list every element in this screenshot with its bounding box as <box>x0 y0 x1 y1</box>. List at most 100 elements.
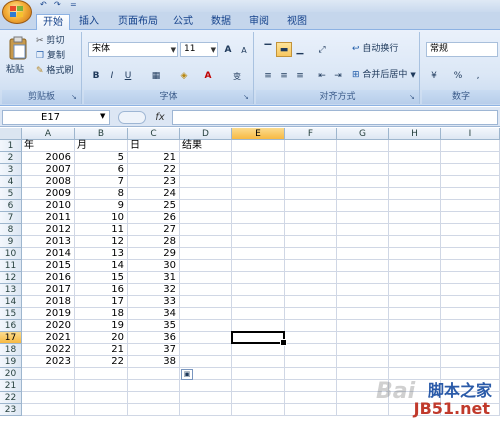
comma-button[interactable]: , <box>470 68 486 83</box>
cell-i1[interactable] <box>441 140 500 152</box>
cell-e1[interactable] <box>232 140 285 152</box>
cell-a14[interactable]: 2018 <box>22 296 75 308</box>
cell-f7[interactable] <box>285 212 337 224</box>
cell-i10[interactable] <box>441 248 500 260</box>
cell-a21[interactable] <box>22 380 75 392</box>
row-header[interactable]: 2 <box>0 152 22 164</box>
cell-e13[interactable] <box>232 284 285 296</box>
paste-button[interactable]: 粘贴 <box>6 36 30 84</box>
cell-d23[interactable] <box>180 404 232 416</box>
increase-indent-icon[interactable]: ⇥ <box>330 68 346 83</box>
tab-data[interactable]: 数据 <box>206 14 236 30</box>
cell-h18[interactable] <box>389 344 441 356</box>
cell-d13[interactable] <box>180 284 232 296</box>
cell-g1[interactable] <box>337 140 389 152</box>
cell-g15[interactable] <box>337 308 389 320</box>
cell-i17[interactable] <box>441 332 500 344</box>
cell-b21[interactable] <box>75 380 128 392</box>
tab-insert[interactable]: 插入 <box>74 14 104 30</box>
cell-f15[interactable] <box>285 308 337 320</box>
cell-e14[interactable] <box>232 296 285 308</box>
paste-options-icon[interactable]: ▣ <box>181 369 193 380</box>
cell-b9[interactable]: 12 <box>75 236 128 248</box>
row-header[interactable]: 3 <box>0 164 22 176</box>
cell-h15[interactable] <box>389 308 441 320</box>
grow-font-button[interactable]: A <box>220 42 236 57</box>
cell-c10[interactable]: 29 <box>128 248 180 260</box>
cell-a2[interactable]: 2006 <box>22 152 75 164</box>
cell-f16[interactable] <box>285 320 337 332</box>
cell-c22[interactable] <box>128 392 180 404</box>
cell-b14[interactable]: 17 <box>75 296 128 308</box>
row-header[interactable]: 10 <box>0 248 22 260</box>
redo-icon[interactable]: ↷ <box>54 0 61 10</box>
cell-a11[interactable]: 2015 <box>22 260 75 272</box>
cell-i13[interactable] <box>441 284 500 296</box>
align-right-icon[interactable]: ≡ <box>292 68 308 83</box>
cell-f1[interactable] <box>285 140 337 152</box>
tab-home[interactable]: 开始 <box>36 14 70 30</box>
fx-icon[interactable]: fx <box>150 110 170 125</box>
cell-c13[interactable]: 32 <box>128 284 180 296</box>
cell-a19[interactable]: 2023 <box>22 356 75 368</box>
cell-h8[interactable] <box>389 224 441 236</box>
cell-a5[interactable]: 2009 <box>22 188 75 200</box>
cell-f12[interactable] <box>285 272 337 284</box>
cell-c9[interactable]: 28 <box>128 236 180 248</box>
cell-c11[interactable]: 30 <box>128 260 180 272</box>
cell-h10[interactable] <box>389 248 441 260</box>
cell-b1[interactable]: 月 <box>75 140 128 152</box>
cell-c16[interactable]: 35 <box>128 320 180 332</box>
tab-view[interactable]: 视图 <box>282 14 312 30</box>
cell-b17[interactable]: 20 <box>75 332 128 344</box>
cell-g4[interactable] <box>337 176 389 188</box>
cell-b15[interactable]: 18 <box>75 308 128 320</box>
row-header[interactable]: 9 <box>0 236 22 248</box>
cell-c1[interactable]: 日 <box>128 140 180 152</box>
cell-b16[interactable]: 19 <box>75 320 128 332</box>
align-center-icon[interactable]: ≡ <box>276 68 292 83</box>
cell-f20[interactable] <box>285 368 337 380</box>
cell-c7[interactable]: 26 <box>128 212 180 224</box>
cell-d21[interactable] <box>180 380 232 392</box>
cell-h6[interactable] <box>389 200 441 212</box>
row-header[interactable]: 14 <box>0 296 22 308</box>
customize-quick-access-icon[interactable]: = <box>70 0 77 10</box>
row-header[interactable]: 23 <box>0 404 22 416</box>
cell-a16[interactable]: 2020 <box>22 320 75 332</box>
font-launcher-icon[interactable]: ↘ <box>243 93 251 101</box>
cell-h9[interactable] <box>389 236 441 248</box>
cell-e15[interactable] <box>232 308 285 320</box>
cell-f11[interactable] <box>285 260 337 272</box>
cell-g19[interactable] <box>337 356 389 368</box>
cell-d15[interactable] <box>180 308 232 320</box>
cell-h2[interactable] <box>389 152 441 164</box>
font-size-select[interactable]: 11 ▼ <box>180 42 218 57</box>
cell-d14[interactable] <box>180 296 232 308</box>
cell-a4[interactable]: 2008 <box>22 176 75 188</box>
tab-formulas[interactable]: 公式 <box>168 14 198 30</box>
cell-g5[interactable] <box>337 188 389 200</box>
cell-a23[interactable] <box>22 404 75 416</box>
cell-f19[interactable] <box>285 356 337 368</box>
cell-d17[interactable] <box>180 332 232 344</box>
formula-divider[interactable] <box>118 111 146 124</box>
cell-e10[interactable] <box>232 248 285 260</box>
cell-c2[interactable]: 21 <box>128 152 180 164</box>
cell-c5[interactable]: 24 <box>128 188 180 200</box>
cell-d16[interactable] <box>180 320 232 332</box>
cell-e12[interactable] <box>232 272 285 284</box>
cell-h13[interactable] <box>389 284 441 296</box>
cell-b2[interactable]: 5 <box>75 152 128 164</box>
cell-d8[interactable] <box>180 224 232 236</box>
cell-a13[interactable]: 2017 <box>22 284 75 296</box>
cell-e5[interactable] <box>232 188 285 200</box>
cell-c14[interactable]: 33 <box>128 296 180 308</box>
cell-d6[interactable] <box>180 200 232 212</box>
format-painter-button[interactable]: ✎ 格式刷 <box>36 65 73 79</box>
cell-b8[interactable]: 11 <box>75 224 128 236</box>
cell-i16[interactable] <box>441 320 500 332</box>
cell-c3[interactable]: 22 <box>128 164 180 176</box>
cell-a8[interactable]: 2012 <box>22 224 75 236</box>
cell-i9[interactable] <box>441 236 500 248</box>
